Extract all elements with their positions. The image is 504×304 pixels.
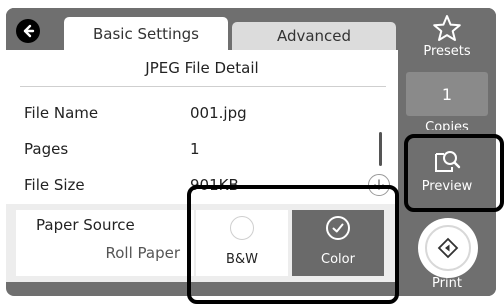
- top-bar: Basic Settings Advanced: [6, 8, 398, 50]
- row-label: File Size: [24, 176, 85, 194]
- paper-source-button[interactable]: Paper Source Roll Paper: [16, 210, 194, 276]
- tab-advanced[interactable]: Advanced: [232, 22, 396, 50]
- paper-source-value: Roll Paper: [105, 244, 180, 262]
- row-label: Pages: [24, 140, 69, 158]
- option-label: Color: [321, 252, 355, 267]
- print-label: Print: [432, 276, 462, 291]
- preview-label: Preview: [421, 178, 473, 194]
- print-diamond-icon: [425, 225, 471, 271]
- check-icon: [326, 216, 350, 240]
- row-value: 901KB: [190, 176, 239, 194]
- file-detail-panel: JPEG File Detail File Name 001.jpg Pages…: [6, 50, 398, 282]
- copies-label: Copies: [425, 120, 469, 130]
- row-file-name: File Name 001.jpg: [24, 96, 364, 130]
- paper-source-label: Paper Source: [36, 216, 135, 234]
- print-button[interactable]: [418, 218, 478, 278]
- option-label: B&W: [226, 252, 258, 267]
- settings-bar: Paper Source Roll Paper B&W Color: [6, 204, 398, 282]
- option-color[interactable]: Color: [292, 210, 384, 276]
- magnifier-icon: [435, 150, 461, 172]
- scrollbar[interactable]: [379, 132, 382, 166]
- option-bw[interactable]: B&W: [196, 210, 288, 276]
- row-value: 001.jpg: [190, 104, 247, 122]
- row-value: 1: [190, 140, 200, 158]
- panel-title: JPEG File Detail: [145, 59, 259, 77]
- radio-unchecked-icon: [230, 216, 254, 240]
- row-label: File Name: [24, 104, 99, 122]
- back-button[interactable]: [16, 19, 40, 43]
- tab-basic-settings[interactable]: Basic Settings: [64, 17, 228, 50]
- divider: [20, 86, 386, 87]
- row-pages: Pages 1: [24, 132, 364, 166]
- side-panel: Presets 1 Copies Preview Print: [398, 8, 496, 296]
- star-icon: [433, 15, 461, 41]
- scroll-down-button[interactable]: [368, 174, 390, 196]
- arrow-down-icon: [374, 179, 384, 191]
- preview-button[interactable]: Preview: [406, 138, 488, 204]
- presets-button[interactable]: Presets: [406, 14, 488, 66]
- row-file-size: File Size 901KB: [24, 168, 364, 202]
- presets-label: Presets: [423, 44, 471, 59]
- back-arrow-icon: [23, 24, 35, 38]
- printer-screen: Basic Settings Advanced JPEG File Detail…: [6, 8, 496, 296]
- copies-field[interactable]: 1: [406, 72, 488, 116]
